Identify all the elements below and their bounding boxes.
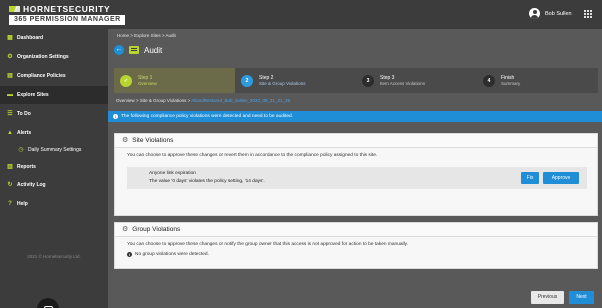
user-menu[interactable]: Bob Sullen bbox=[529, 8, 572, 19]
top-bar: HORNETSECURITY 365 PERMISSION MANAGER Bo… bbox=[0, 0, 602, 29]
panel-description: You can choose to approve these changes … bbox=[127, 153, 378, 158]
page-header: ← Audit bbox=[114, 45, 162, 55]
avatar bbox=[529, 8, 540, 19]
fix-button[interactable]: Fix bbox=[521, 172, 539, 184]
info-banner-text: The following compliance policy violatio… bbox=[121, 114, 293, 119]
sidebar-item-label: Reports bbox=[17, 164, 36, 170]
sidebar-item-dashboard[interactable]: ▦ Dashboard bbox=[0, 29, 108, 47]
sidebar-item-label: Explore Sites bbox=[17, 92, 49, 98]
stepper: ✓ Step 1 Overview 2 Step 2 Site & Group … bbox=[114, 68, 598, 93]
sidebar-item-daily-summary-settings[interactable]: ◷ Daily Summary Settings bbox=[0, 141, 108, 159]
app-grid-icon[interactable] bbox=[584, 10, 592, 18]
step-1[interactable]: ✓ Step 1 Overview bbox=[114, 68, 235, 93]
sidebar-item-label: Daily Summary Settings bbox=[28, 147, 82, 153]
check-icon: ✓ bbox=[120, 74, 132, 87]
step-number: 2 bbox=[241, 74, 253, 87]
user-name: Bob Sullen bbox=[545, 10, 572, 17]
approve-button[interactable]: Approve bbox=[543, 172, 579, 184]
panel-title: Group Violations bbox=[132, 226, 181, 233]
info-icon: i bbox=[127, 252, 132, 257]
site-link[interactable]: AllandRestored_Bob_Sullen_2022_09_21_21_… bbox=[191, 98, 290, 103]
step-2[interactable]: 2 Step 2 Site & Group Violations bbox=[235, 68, 356, 93]
settings-icon: ⚙ bbox=[7, 54, 13, 60]
chat-button[interactable] bbox=[37, 298, 59, 308]
copyright: 2021 © Hornetsecurity Ltd. bbox=[27, 254, 81, 259]
panel-description: You can choose to approve these changes … bbox=[127, 242, 409, 247]
sidebar-item-label: Help bbox=[17, 201, 28, 207]
help-icon: ? bbox=[8, 201, 12, 207]
sub-breadcrumb-path[interactable]: Overview > Site & Group Violations > bbox=[116, 98, 190, 103]
sidebar-item-label: To Do bbox=[17, 111, 31, 117]
step-sub: Overview bbox=[138, 80, 157, 86]
step-4[interactable]: 4 Finish Summary bbox=[477, 68, 598, 93]
reports-icon: ▥ bbox=[7, 164, 13, 170]
panel-header: ⚙ Site Violations bbox=[115, 134, 597, 148]
brand-logo[interactable]: HORNETSECURITY 365 PERMISSION MANAGER bbox=[9, 4, 145, 26]
sidebar-item-compliance-policies[interactable]: ▤ Compliance Policies bbox=[0, 67, 108, 85]
sidebar-item-organization-settings[interactable]: ⚙ Organization Settings bbox=[0, 48, 108, 66]
sidebar-item-help[interactable]: ? Help bbox=[0, 195, 108, 213]
step-number: 3 bbox=[362, 74, 374, 87]
violation-title: Anyone link expiration bbox=[149, 171, 196, 176]
step-sub: Site & Group Violations bbox=[259, 80, 306, 86]
sidebar: ▦ Dashboard ⚙ Organization Settings ▤ Co… bbox=[0, 29, 108, 308]
info-banner: i The following compliance policy violat… bbox=[108, 111, 602, 122]
clock-icon: ◷ bbox=[18, 147, 24, 153]
sidebar-item-label: Alerts bbox=[17, 130, 32, 136]
activity-icon: ↻ bbox=[7, 182, 13, 188]
page-title: Audit bbox=[144, 45, 163, 55]
sidebar-item-label: Dashboard bbox=[17, 35, 44, 41]
violation-detail: The value '0 days' violates the policy s… bbox=[149, 179, 265, 184]
breadcrumb: Home > Explore Sites > Audit bbox=[117, 33, 176, 38]
folder-icon: ▬ bbox=[7, 92, 13, 98]
panel-title: Site Violations bbox=[132, 137, 174, 144]
step-sub: Item Access Violations bbox=[380, 80, 425, 86]
brand-name: HORNETSECURITY bbox=[23, 4, 111, 14]
sidebar-item-activity-log[interactable]: ↻ Activity Log bbox=[0, 176, 108, 194]
sidebar-item-label: Activity Log bbox=[17, 182, 46, 188]
brand-product: 365 PERMISSION MANAGER bbox=[9, 15, 125, 25]
hornet-logo-icon bbox=[9, 5, 20, 13]
sub-breadcrumb: Overview > Site & Group Violations > All… bbox=[116, 98, 290, 103]
violation-item: Anyone link expiration The value '0 days… bbox=[127, 167, 587, 189]
empty-state: i No group violations were detected. bbox=[115, 247, 597, 257]
sidebar-item-reports[interactable]: ▥ Reports bbox=[0, 158, 108, 176]
previous-button[interactable]: Previous bbox=[531, 291, 564, 304]
back-button[interactable]: ← bbox=[114, 45, 124, 55]
panel-header: ⚙ Group Violations bbox=[115, 223, 597, 237]
group-violations-panel: ⚙ Group Violations You can choose to app… bbox=[114, 222, 598, 269]
next-button[interactable]: Next bbox=[569, 291, 594, 304]
sidebar-item-label: Organization Settings bbox=[17, 54, 69, 60]
step-number: 4 bbox=[483, 74, 495, 87]
info-icon: i bbox=[113, 114, 118, 119]
step-sub: Summary bbox=[501, 80, 521, 86]
todo-icon: ☰ bbox=[7, 111, 13, 117]
audit-icon bbox=[129, 46, 139, 54]
site-violations-panel: ⚙ Site Violations You can choose to appr… bbox=[114, 133, 598, 216]
alert-icon: ▲ bbox=[7, 130, 13, 136]
policy-icon: ▤ bbox=[7, 73, 13, 79]
empty-state-text: No group violations were detected. bbox=[135, 252, 209, 257]
sidebar-item-to-do[interactable]: ☰ To Do bbox=[0, 105, 108, 123]
gear-icon: ⚙ bbox=[122, 226, 129, 233]
gear-icon: ⚙ bbox=[122, 137, 129, 144]
main-content: Home > Explore Sites > Audit ← Audit ✓ S… bbox=[108, 29, 602, 308]
dashboard-icon: ▦ bbox=[7, 35, 13, 41]
sidebar-item-explore-sites[interactable]: ▬ Explore Sites bbox=[0, 86, 108, 104]
sidebar-item-label: Compliance Policies bbox=[17, 73, 66, 79]
step-3[interactable]: 3 Step 3 Item Access Violations bbox=[356, 68, 477, 93]
sidebar-item-alerts[interactable]: ▲ Alerts bbox=[0, 124, 108, 142]
